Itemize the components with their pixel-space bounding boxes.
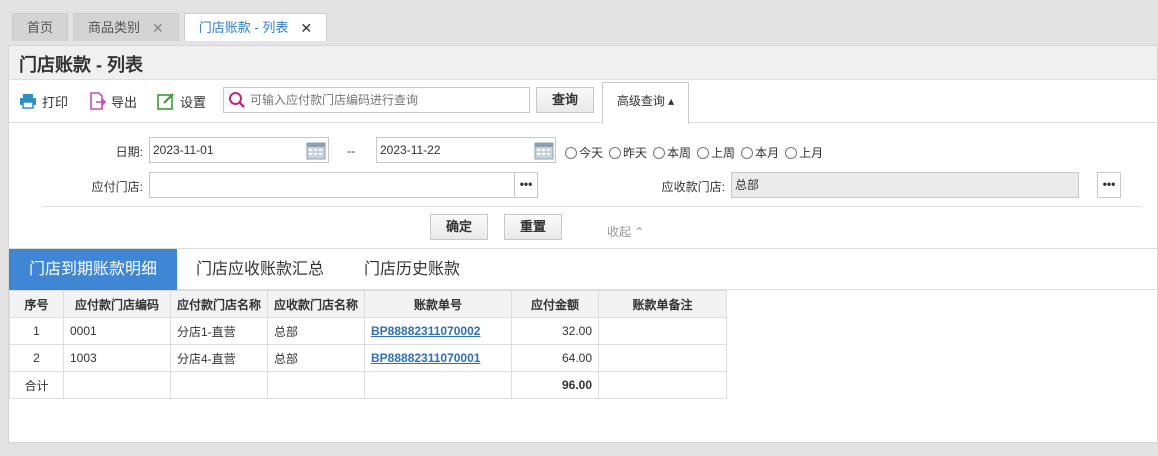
calendar-icon[interactable] <box>534 140 554 160</box>
bill-number-link[interactable]: BP88882311070002 <box>364 317 512 345</box>
cell-index: 1 <box>9 317 64 345</box>
col-header[interactable]: 账款单备注 <box>598 290 727 318</box>
radio-today[interactable]: 今天 <box>565 144 603 161</box>
search-box <box>223 87 530 113</box>
printer-icon <box>20 94 36 109</box>
search-input[interactable] <box>250 93 520 107</box>
table-header-row: 序号 应付款门店编码 应付款门店名称 应收款门店名称 账款单号 应付金额 账款单… <box>9 290 727 318</box>
date-separator: -- <box>347 144 355 158</box>
radio-this-week[interactable]: 本周 <box>653 144 691 161</box>
cell-recv-store-name: 总部 <box>267 317 365 345</box>
cell-empty <box>267 371 365 399</box>
export-button[interactable]: 导出 <box>88 90 137 112</box>
page-title: 门店账款 - 列表 <box>9 46 1157 80</box>
cell-amount: 32.00 <box>511 317 599 345</box>
tab-store-account-list[interactable]: 门店账款 - 列表 ✕ <box>183 13 328 42</box>
account-table: 序号 应付款门店编码 应付款门店名称 应收款门店名称 账款单号 应付金额 账款单… <box>9 290 727 399</box>
date-label: 日期: <box>115 145 143 159</box>
radio-circle <box>565 146 577 159</box>
date-to-input[interactable]: 2023-11-22 <box>376 137 556 163</box>
reset-button[interactable]: 重置 <box>504 214 562 240</box>
cell-pay-store-code: 0001 <box>63 317 171 345</box>
main-panel: 门店账款 - 列表 打印 导出 设置 可输入应付款门店编码进行查询 查询 高级查… <box>8 45 1158 443</box>
bill-number-link[interactable]: BP88882311070001 <box>364 344 512 372</box>
tab-label: 门店账款 - 列表 <box>198 19 289 35</box>
calendar-icon[interactable] <box>306 140 326 160</box>
cell-pay-store-name: 分店1-直营 <box>170 317 268 345</box>
recv-store-label: 应收款门店: <box>661 180 725 194</box>
cell-remark <box>598 344 727 372</box>
cell-empty <box>170 371 268 399</box>
radio-last-month[interactable]: 上月 <box>785 144 823 161</box>
cell-empty <box>364 371 512 399</box>
table-row[interactable]: 1 0001 分店1-直营 总部 BP88882311070002 32.00 <box>9 317 727 345</box>
tab-history[interactable]: 门店历史账款 <box>353 249 471 290</box>
advanced-query-button[interactable]: 高级查询 ▴ <box>602 82 689 124</box>
radio-label: 昨天 <box>623 146 648 160</box>
settings-button[interactable]: 设置 <box>157 90 206 112</box>
cell-index: 2 <box>9 344 64 372</box>
confirm-button[interactable]: 确定 <box>430 214 488 240</box>
query-button[interactable]: 查询 <box>536 87 594 113</box>
pay-store-label: 应付门店: <box>91 180 143 194</box>
print-label: 打印 <box>42 94 69 110</box>
export-icon <box>90 92 106 110</box>
radio-circle <box>697 146 710 159</box>
radio-label: 本月 <box>755 146 780 160</box>
pay-store-input[interactable] <box>149 172 515 198</box>
total-amount: 96.00 <box>511 371 599 399</box>
print-button[interactable]: 打印 <box>19 90 68 112</box>
cell-pay-store-code: 1003 <box>63 344 171 372</box>
tab-due-detail[interactable]: 门店到期账款明细 <box>9 249 177 290</box>
col-header[interactable]: 应付款门店名称 <box>170 290 268 318</box>
content-tab-bar: 门店到期账款明细 门店应收账款汇总 门店历史账款 <box>9 248 1157 290</box>
cell-pay-store-name: 分店4-直营 <box>170 344 268 372</box>
cell-recv-store-name: 总部 <box>267 344 365 372</box>
col-header[interactable]: 应付金额 <box>511 290 599 318</box>
radio-circle <box>741 146 754 159</box>
radio-circle <box>653 146 666 159</box>
export-label: 导出 <box>111 94 138 110</box>
search-icon <box>229 92 245 108</box>
tab-receivable-summary[interactable]: 门店应收账款汇总 <box>185 249 335 290</box>
quick-range-group: 今天 昨天 本周 上周 本月 上月 <box>565 144 829 161</box>
total-label: 合计 <box>9 371 64 399</box>
radio-circle <box>785 146 798 159</box>
table-row[interactable]: 2 1003 分店4-直营 总部 BP88882311070001 64.00 <box>9 344 727 372</box>
cell-amount: 64.00 <box>511 344 599 372</box>
col-header[interactable]: 应付款门店编码 <box>63 290 171 318</box>
tab-product-category[interactable]: 商品类别 ✕ <box>73 13 179 41</box>
settings-label: 设置 <box>180 94 207 110</box>
tab-label: 首页 <box>27 19 54 35</box>
top-tab-bar: 首页 商品类别 ✕ 门店账款 - 列表 ✕ <box>12 13 332 41</box>
close-icon[interactable]: ✕ <box>152 14 164 42</box>
col-header[interactable]: 账款单号 <box>364 290 512 318</box>
col-header[interactable]: 序号 <box>9 290 64 318</box>
radio-label: 本周 <box>667 146 692 160</box>
filter-divider <box>42 206 1142 207</box>
close-icon[interactable]: ✕ <box>300 14 312 42</box>
cell-remark <box>598 317 727 345</box>
collapse-link[interactable]: 收起 ⌃ <box>607 223 644 240</box>
table-total-row: 合计 96.00 <box>9 371 727 399</box>
pay-store-picker-button[interactable]: ••• <box>514 172 538 198</box>
edit-icon <box>157 93 174 110</box>
radio-yesterday[interactable]: 昨天 <box>609 144 647 161</box>
radio-last-week[interactable]: 上周 <box>697 144 735 161</box>
radio-label: 上周 <box>711 146 736 160</box>
tab-label: 商品类别 <box>88 19 141 35</box>
radio-this-month[interactable]: 本月 <box>741 144 779 161</box>
radio-label: 上月 <box>799 146 824 160</box>
date-from-input[interactable]: 2023-11-01 <box>149 137 329 163</box>
radio-label: 今天 <box>579 146 604 160</box>
radio-circle <box>609 146 622 159</box>
col-header[interactable]: 应收款门店名称 <box>267 290 365 318</box>
recv-store-picker-button[interactable]: ••• <box>1097 172 1121 198</box>
cell-empty <box>63 371 171 399</box>
tab-home[interactable]: 首页 <box>12 13 69 41</box>
recv-store-input: 总部 <box>731 172 1079 198</box>
cell-empty <box>598 371 727 399</box>
toolbar: 打印 导出 设置 查询 高级查询 ▴ <box>9 82 1157 124</box>
